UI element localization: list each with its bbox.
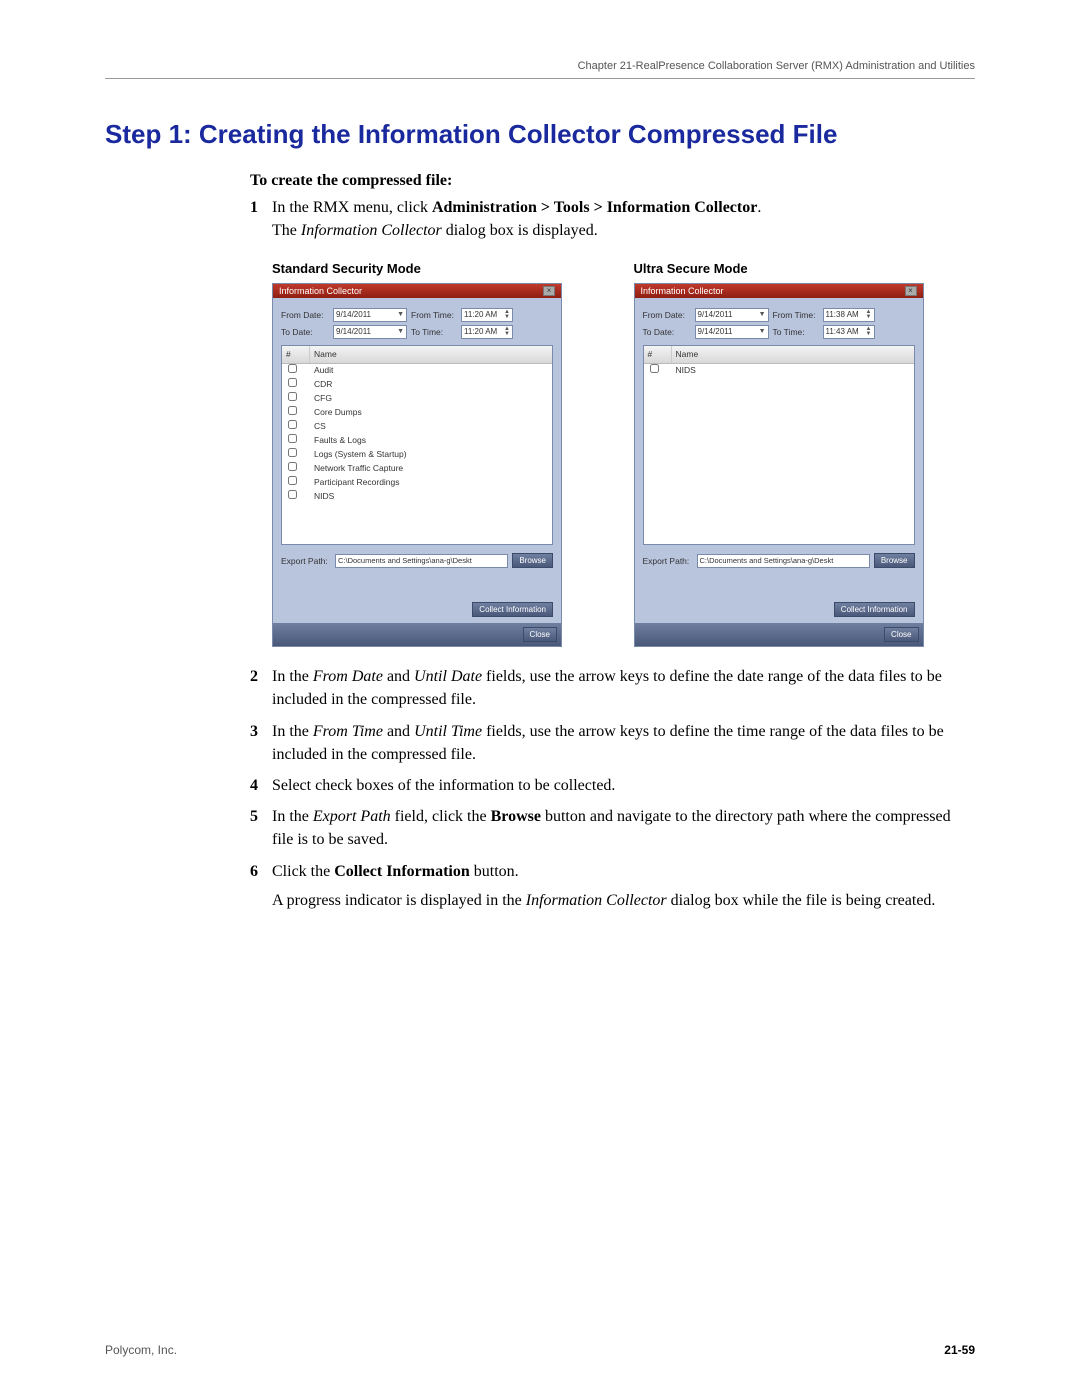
table-row: CFG [282, 392, 552, 406]
ultra-mode-label: Ultra Secure Mode [634, 260, 976, 279]
to-time-field[interactable]: 11:43 AM▲▼ [823, 325, 875, 339]
dialog-titlebar: Information Collector × [273, 284, 561, 298]
item-checkbox[interactable] [288, 448, 297, 457]
step-1: In the RMX menu, click Administration > … [250, 196, 975, 647]
from-date-field[interactable]: 9/14/2011▼ [333, 308, 407, 322]
table-row: Core Dumps [282, 406, 552, 420]
chevron-down-icon[interactable]: ▼ [397, 310, 404, 320]
table-row: Faults & Logs [282, 434, 552, 448]
to-time-label: To Time: [411, 326, 457, 338]
browse-button[interactable]: Browse [512, 553, 553, 568]
item-checkbox[interactable] [650, 364, 659, 373]
table-row: Network Traffic Capture [282, 462, 552, 476]
item-checkbox[interactable] [288, 364, 297, 373]
table-row: NIDS [282, 490, 552, 504]
export-path-field[interactable]: C:\Documents and Settings\ana-g\Deskt [697, 554, 870, 568]
chapter-header: Chapter 21-RealPresence Collaboration Se… [105, 60, 975, 79]
from-time-field[interactable]: 11:20 AM▲▼ [461, 308, 513, 322]
chevron-down-icon[interactable]: ▼ [759, 327, 766, 337]
step-2: In the From Date and Until Date fields, … [250, 665, 975, 711]
export-path-field[interactable]: C:\Documents and Settings\ana-g\Deskt [335, 554, 508, 568]
standard-dialog: Information Collector × From Date: 9/14/… [272, 283, 562, 647]
item-checkbox[interactable] [288, 434, 297, 443]
subhead: To create the compressed file: [250, 172, 975, 190]
table-row: CS [282, 420, 552, 434]
from-time-label: From Time: [411, 309, 457, 321]
spinner-icon[interactable]: ▲▼ [866, 327, 872, 337]
item-checkbox[interactable] [288, 392, 297, 401]
chevron-down-icon[interactable]: ▼ [397, 327, 404, 337]
page-number: 21-59 [944, 1343, 975, 1357]
close-button[interactable]: Close [523, 627, 557, 642]
from-date-label: From Date: [281, 309, 329, 321]
spinner-icon[interactable]: ▲▼ [866, 310, 872, 320]
table-row: CDR [282, 378, 552, 392]
item-checkbox[interactable] [288, 406, 297, 415]
close-button[interactable]: Close [884, 627, 918, 642]
spinner-icon[interactable]: ▲▼ [504, 310, 510, 320]
export-path-label: Export Path: [281, 555, 331, 567]
step-4: Select check boxes of the information to… [250, 774, 975, 797]
page-title: Step 1: Creating the Information Collect… [105, 119, 975, 150]
item-checkbox[interactable] [288, 378, 297, 387]
item-checkbox[interactable] [288, 462, 297, 471]
item-checkbox[interactable] [288, 420, 297, 429]
collect-information-button[interactable]: Collect Information [472, 602, 553, 617]
step-3: In the From Time and Until Time fields, … [250, 720, 975, 766]
to-time-field[interactable]: 11:20 AM▲▼ [461, 325, 513, 339]
to-date-field[interactable]: 9/14/2011▼ [333, 325, 407, 339]
export-path-label: Export Path: [643, 555, 693, 567]
ultra-mode-column: Ultra Secure Mode Information Collector … [634, 260, 976, 647]
table-row: Participant Recordings [282, 476, 552, 490]
step-6: Click the Collect Information button. A … [250, 860, 975, 912]
dialog-titlebar: Information Collector × [635, 284, 923, 298]
ultra-dialog: Information Collector × From Date: 9/14/… [634, 283, 924, 647]
from-date-label: From Date: [643, 309, 691, 321]
to-date-label: To Date: [643, 326, 691, 338]
table-row: Audit [282, 364, 552, 378]
item-checkbox[interactable] [288, 476, 297, 485]
item-checkbox[interactable] [288, 490, 297, 499]
table-row: NIDS [644, 364, 914, 378]
to-date-field[interactable]: 9/14/2011▼ [695, 325, 769, 339]
standard-mode-column: Standard Security Mode Information Colle… [272, 260, 614, 647]
footer-company: Polycom, Inc. [105, 1343, 177, 1357]
collect-information-button[interactable]: Collect Information [834, 602, 915, 617]
step-5: In the Export Path field, click the Brow… [250, 805, 975, 851]
spinner-icon[interactable]: ▲▼ [504, 327, 510, 337]
from-date-field[interactable]: 9/14/2011▼ [695, 308, 769, 322]
standard-mode-label: Standard Security Mode [272, 260, 614, 279]
from-time-field[interactable]: 11:38 AM▲▼ [823, 308, 875, 322]
items-table: # Name NIDS [643, 345, 915, 545]
to-date-label: To Date: [281, 326, 329, 338]
to-time-label: To Time: [773, 326, 819, 338]
close-icon[interactable]: × [543, 286, 555, 296]
items-table: # Name Audit CDR CFG Core Dumps CS [281, 345, 553, 545]
chevron-down-icon[interactable]: ▼ [759, 310, 766, 320]
from-time-label: From Time: [773, 309, 819, 321]
close-icon[interactable]: × [905, 286, 917, 296]
table-row: Logs (System & Startup) [282, 448, 552, 462]
browse-button[interactable]: Browse [874, 553, 915, 568]
